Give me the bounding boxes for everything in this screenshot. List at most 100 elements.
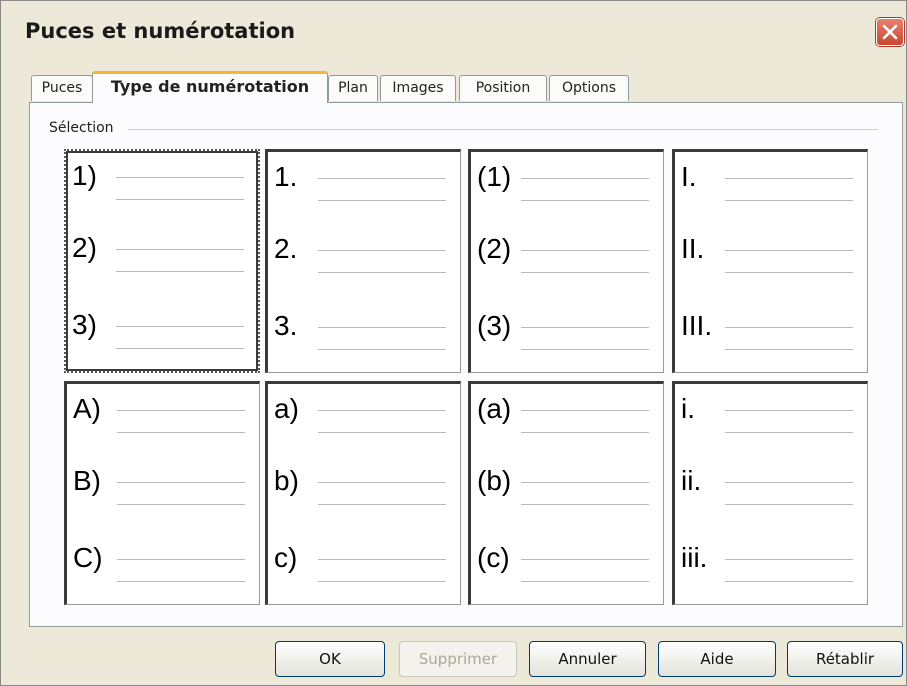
preview-line bbox=[725, 349, 853, 350]
preview-line bbox=[318, 272, 446, 273]
numbering-preview-row: 2) bbox=[72, 231, 252, 272]
preview-line bbox=[318, 250, 446, 251]
numbering-label: (b) bbox=[477, 465, 512, 496]
numbering-preview-row: I. bbox=[681, 160, 861, 201]
delete-button[interactable]: Supprimer bbox=[399, 641, 517, 677]
preview-line bbox=[725, 504, 853, 505]
numbering-preview-row: b) bbox=[274, 464, 454, 505]
numbering-style-option[interactable]: a) b) c) bbox=[265, 381, 461, 605]
numbering-preview-row: 3) bbox=[72, 308, 252, 349]
preview-line bbox=[725, 581, 853, 582]
reset-button[interactable]: Rétablir bbox=[787, 641, 903, 677]
numbering-preview-row: ii. bbox=[681, 464, 861, 505]
numbering-preview-row: (c) bbox=[477, 541, 657, 582]
numbering-label: 3. bbox=[274, 310, 298, 341]
numbering-preview-row: A) bbox=[73, 392, 253, 433]
ok-button[interactable]: OK bbox=[275, 641, 385, 677]
tab-plan[interactable]: Plan bbox=[328, 75, 378, 101]
numbering-label: 2. bbox=[274, 233, 298, 264]
preview-line bbox=[521, 581, 649, 582]
numbering-label: (1) bbox=[477, 161, 512, 192]
preview-line bbox=[521, 559, 649, 560]
numbering-preview-row: 1. bbox=[274, 160, 454, 201]
numbering-style-option[interactable]: (1) (2) (3) bbox=[468, 149, 664, 373]
numbering-label: (a) bbox=[477, 393, 512, 424]
preview-line bbox=[521, 200, 649, 201]
numbering-label: 2) bbox=[72, 232, 97, 263]
numbering-label: 3) bbox=[72, 309, 97, 340]
numbering-label: (3) bbox=[477, 310, 512, 341]
numbering-preview-row: (3) bbox=[477, 309, 657, 350]
preview-line bbox=[318, 349, 446, 350]
preview-line bbox=[117, 432, 245, 433]
tab-options[interactable]: Options bbox=[549, 75, 629, 101]
preview-line bbox=[116, 199, 244, 200]
cancel-button[interactable]: Annuler bbox=[529, 641, 646, 677]
preview-line bbox=[318, 581, 446, 582]
numbering-label: I. bbox=[681, 161, 697, 192]
numbering-preview-row: (1) bbox=[477, 160, 657, 201]
tab-type-de-numerotation[interactable]: Type de numérotation bbox=[92, 71, 328, 103]
close-icon bbox=[882, 24, 898, 40]
numbering-label: (2) bbox=[477, 233, 512, 264]
preview-line bbox=[521, 178, 649, 179]
preview-line bbox=[318, 504, 446, 505]
numbering-label: ii. bbox=[681, 465, 702, 496]
preview-line bbox=[725, 272, 853, 273]
numbering-style-option[interactable]: I. II. III. bbox=[672, 149, 868, 373]
preview-line bbox=[521, 349, 649, 350]
button-bar: OK Supprimer Annuler Aide Rétablir bbox=[1, 641, 906, 681]
preview-line bbox=[116, 177, 244, 178]
preview-line bbox=[116, 326, 244, 327]
preview-line bbox=[725, 482, 853, 483]
numbering-preview-row: 1) bbox=[72, 159, 252, 200]
numbering-label: A) bbox=[73, 393, 101, 424]
numbering-style-option[interactable]: 1) 2) 3) bbox=[64, 149, 260, 373]
preview-line bbox=[521, 410, 649, 411]
selection-divider bbox=[128, 129, 878, 130]
preview-line bbox=[318, 432, 446, 433]
numbering-preview-row: iii. bbox=[681, 541, 861, 582]
numbering-label: (c) bbox=[477, 542, 510, 573]
preview-line bbox=[521, 482, 649, 483]
preview-line bbox=[117, 504, 245, 505]
help-button[interactable]: Aide bbox=[658, 641, 776, 677]
preview-line bbox=[725, 327, 853, 328]
numbering-style-option[interactable]: (a) (b) (c) bbox=[468, 381, 664, 605]
preview-line bbox=[318, 327, 446, 328]
numbering-label: C) bbox=[73, 542, 103, 573]
numbering-preview-row: III. bbox=[681, 309, 861, 350]
numbering-style-option[interactable]: i. ii. iii. bbox=[672, 381, 868, 605]
numbering-style-option[interactable]: A) B) C) bbox=[64, 381, 260, 605]
preview-line bbox=[521, 272, 649, 273]
preview-line bbox=[521, 432, 649, 433]
preview-line bbox=[318, 200, 446, 201]
title-bar[interactable]: Puces et numérotation bbox=[1, 1, 906, 57]
dialog-title: Puces et numérotation bbox=[25, 19, 296, 43]
preview-line bbox=[725, 432, 853, 433]
numbering-label: a) bbox=[274, 393, 299, 424]
numbering-preview-row: a) bbox=[274, 392, 454, 433]
numbering-preview-row: i. bbox=[681, 392, 861, 433]
numbering-label: 1) bbox=[72, 160, 97, 191]
preview-line bbox=[117, 559, 245, 560]
close-button[interactable] bbox=[876, 18, 904, 46]
tab-images[interactable]: Images bbox=[380, 75, 456, 101]
numbering-label: B) bbox=[73, 465, 101, 496]
preview-line bbox=[725, 559, 853, 560]
tab-position[interactable]: Position bbox=[459, 75, 547, 101]
preview-line bbox=[725, 178, 853, 179]
numbering-preview-row: C) bbox=[73, 541, 253, 582]
preview-line bbox=[116, 271, 244, 272]
numbering-preview-row: (a) bbox=[477, 392, 657, 433]
tab-puces[interactable]: Puces bbox=[31, 75, 93, 101]
numbering-preview-row: 2. bbox=[274, 232, 454, 273]
preview-line bbox=[318, 178, 446, 179]
numbering-label: II. bbox=[681, 233, 705, 264]
numbering-label: iii. bbox=[681, 542, 708, 573]
preview-line bbox=[318, 559, 446, 560]
preview-line bbox=[116, 249, 244, 250]
numbering-label: 1. bbox=[274, 161, 298, 192]
preview-line bbox=[521, 250, 649, 251]
numbering-style-option[interactable]: 1. 2. 3. bbox=[265, 149, 461, 373]
